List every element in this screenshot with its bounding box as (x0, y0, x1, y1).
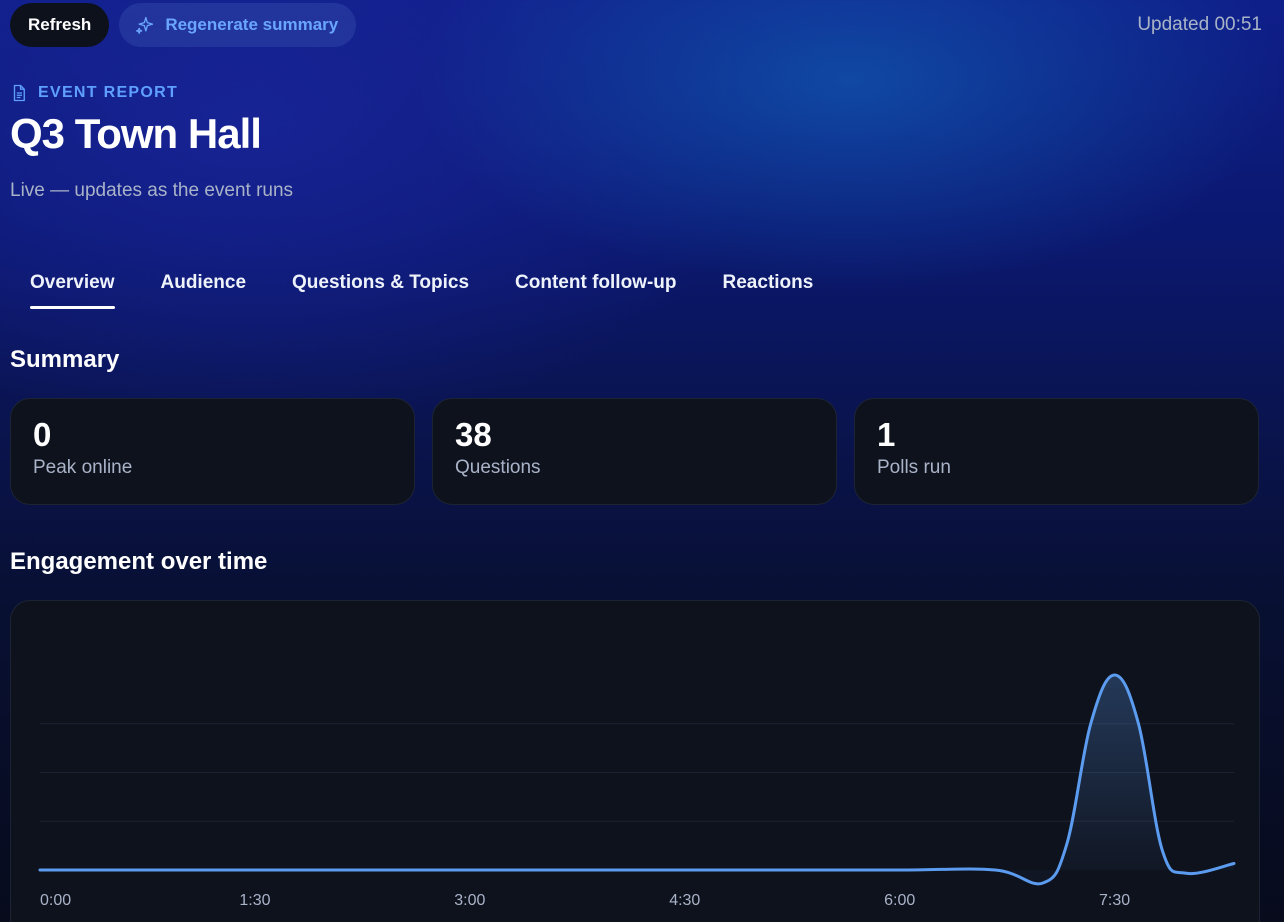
engagement-line (38, 673, 1236, 886)
engagement-chart: 0:00 1:30 3:00 4:30 6:00 7:30 (10, 600, 1260, 922)
stat-card-peak-online: 0 Peak online (10, 398, 415, 505)
summary-cards: 0 Peak online 38 Questions 1 Polls run (10, 398, 1259, 505)
stat-value: 38 (455, 416, 492, 453)
stat-value: 1 (877, 416, 896, 453)
stat-label: Questions (455, 457, 541, 478)
updated-timestamp: Updated 00:51 (1137, 14, 1262, 35)
report-tabs: Overview Audience Questions & Topics Con… (30, 272, 813, 309)
engagement-area (40, 675, 1234, 884)
regenerate-summary-label: Regenerate summary (165, 15, 339, 34)
event-report-kicker: EVENT REPORT (10, 84, 178, 102)
stat-value: 0 (33, 416, 52, 453)
refresh-button[interactable]: Refresh (10, 3, 110, 47)
tab-reactions[interactable]: Reactions (723, 272, 814, 309)
stat-label: Peak online (33, 457, 133, 478)
engagement-chart-svg: 0:00 1:30 3:00 4:30 6:00 7:30 (38, 673, 1236, 909)
tab-overview[interactable]: Overview (30, 272, 115, 309)
x-tick-label: 4:30 (669, 892, 700, 909)
x-tick-label: 7:30 (1099, 892, 1130, 909)
x-tick-label: 3:00 (454, 892, 485, 909)
x-tick-label: 0:00 (40, 892, 71, 909)
page-title: Q3 Town Hall (10, 110, 262, 157)
stat-card-questions: 38 Questions (432, 398, 837, 505)
tab-content-follow-up[interactable]: Content follow-up (515, 272, 676, 309)
page-subtitle: Live — updates as the event runs (10, 180, 294, 201)
stat-card-polls-run: 1 Polls run (854, 398, 1259, 505)
toolbar: Refresh Regenerate summary Updated 00:51 (10, 3, 1262, 47)
sparkle-icon (136, 16, 154, 34)
tab-audience[interactable]: Audience (161, 272, 247, 309)
x-tick-label: 6:00 (884, 892, 915, 909)
x-tick-label: 1:30 (239, 892, 270, 909)
summary-heading: Summary (10, 346, 120, 373)
regenerate-summary-button[interactable]: Regenerate summary (119, 3, 357, 47)
stat-label: Polls run (877, 457, 951, 478)
engagement-heading: Engagement over time (10, 548, 268, 575)
tab-questions-topics[interactable]: Questions & Topics (292, 272, 469, 309)
kicker-label: EVENT REPORT (38, 84, 179, 101)
document-icon (13, 84, 25, 102)
